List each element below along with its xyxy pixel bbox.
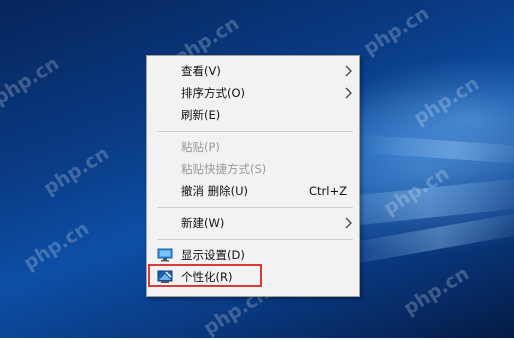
menu-item-new[interactable]: 新建(W)	[147, 212, 359, 234]
watermark: php.cn	[399, 262, 474, 320]
watermark: php.cn	[359, 2, 434, 60]
watermark: php.cn	[0, 52, 64, 110]
chevron-right-icon	[345, 217, 352, 229]
chevron-right-icon	[345, 65, 352, 77]
menu-item-shortcut: Ctrl+Z	[309, 184, 347, 198]
watermark: php.cn	[19, 217, 94, 275]
chevron-right-icon	[345, 87, 352, 99]
watermark: php.cn	[39, 142, 114, 200]
menu-item-label: 新建(W)	[181, 216, 225, 230]
menu-item-paste[interactable]: 粘贴(P)	[147, 136, 359, 158]
watermark: php.cn	[409, 72, 484, 130]
menu-item-label: 排序方式(O)	[181, 86, 246, 100]
menu-separator	[157, 239, 353, 240]
menu-item-label: 显示设置(D)	[181, 248, 245, 262]
display-settings-icon	[157, 248, 173, 262]
menu-item-display-settings[interactable]: 显示设置(D)	[147, 244, 359, 266]
menu-separator	[157, 207, 353, 208]
menu-item-undo-delete[interactable]: 撤消 删除(U) Ctrl+Z	[147, 180, 359, 202]
menu-item-sort-by[interactable]: 排序方式(O)	[147, 82, 359, 104]
menu-item-label: 粘贴快捷方式(S)	[181, 162, 267, 176]
menu-item-label: 查看(V)	[181, 64, 221, 78]
menu-item-label: 刷新(E)	[181, 108, 221, 122]
menu-item-paste-shortcut[interactable]: 粘贴快捷方式(S)	[147, 158, 359, 180]
highlight-box	[148, 264, 262, 287]
menu-item-refresh[interactable]: 刷新(E)	[147, 104, 359, 126]
menu-item-label: 撤消 删除(U)	[181, 184, 249, 198]
context-menu: 查看(V) 排序方式(O) 刷新(E) 粘贴(P) 粘贴快捷方式(S) 撤消 删…	[146, 55, 360, 297]
menu-item-view[interactable]: 查看(V)	[147, 60, 359, 82]
light-beam	[360, 134, 514, 164]
menu-separator	[157, 131, 353, 132]
menu-item-label: 粘贴(P)	[181, 140, 220, 154]
